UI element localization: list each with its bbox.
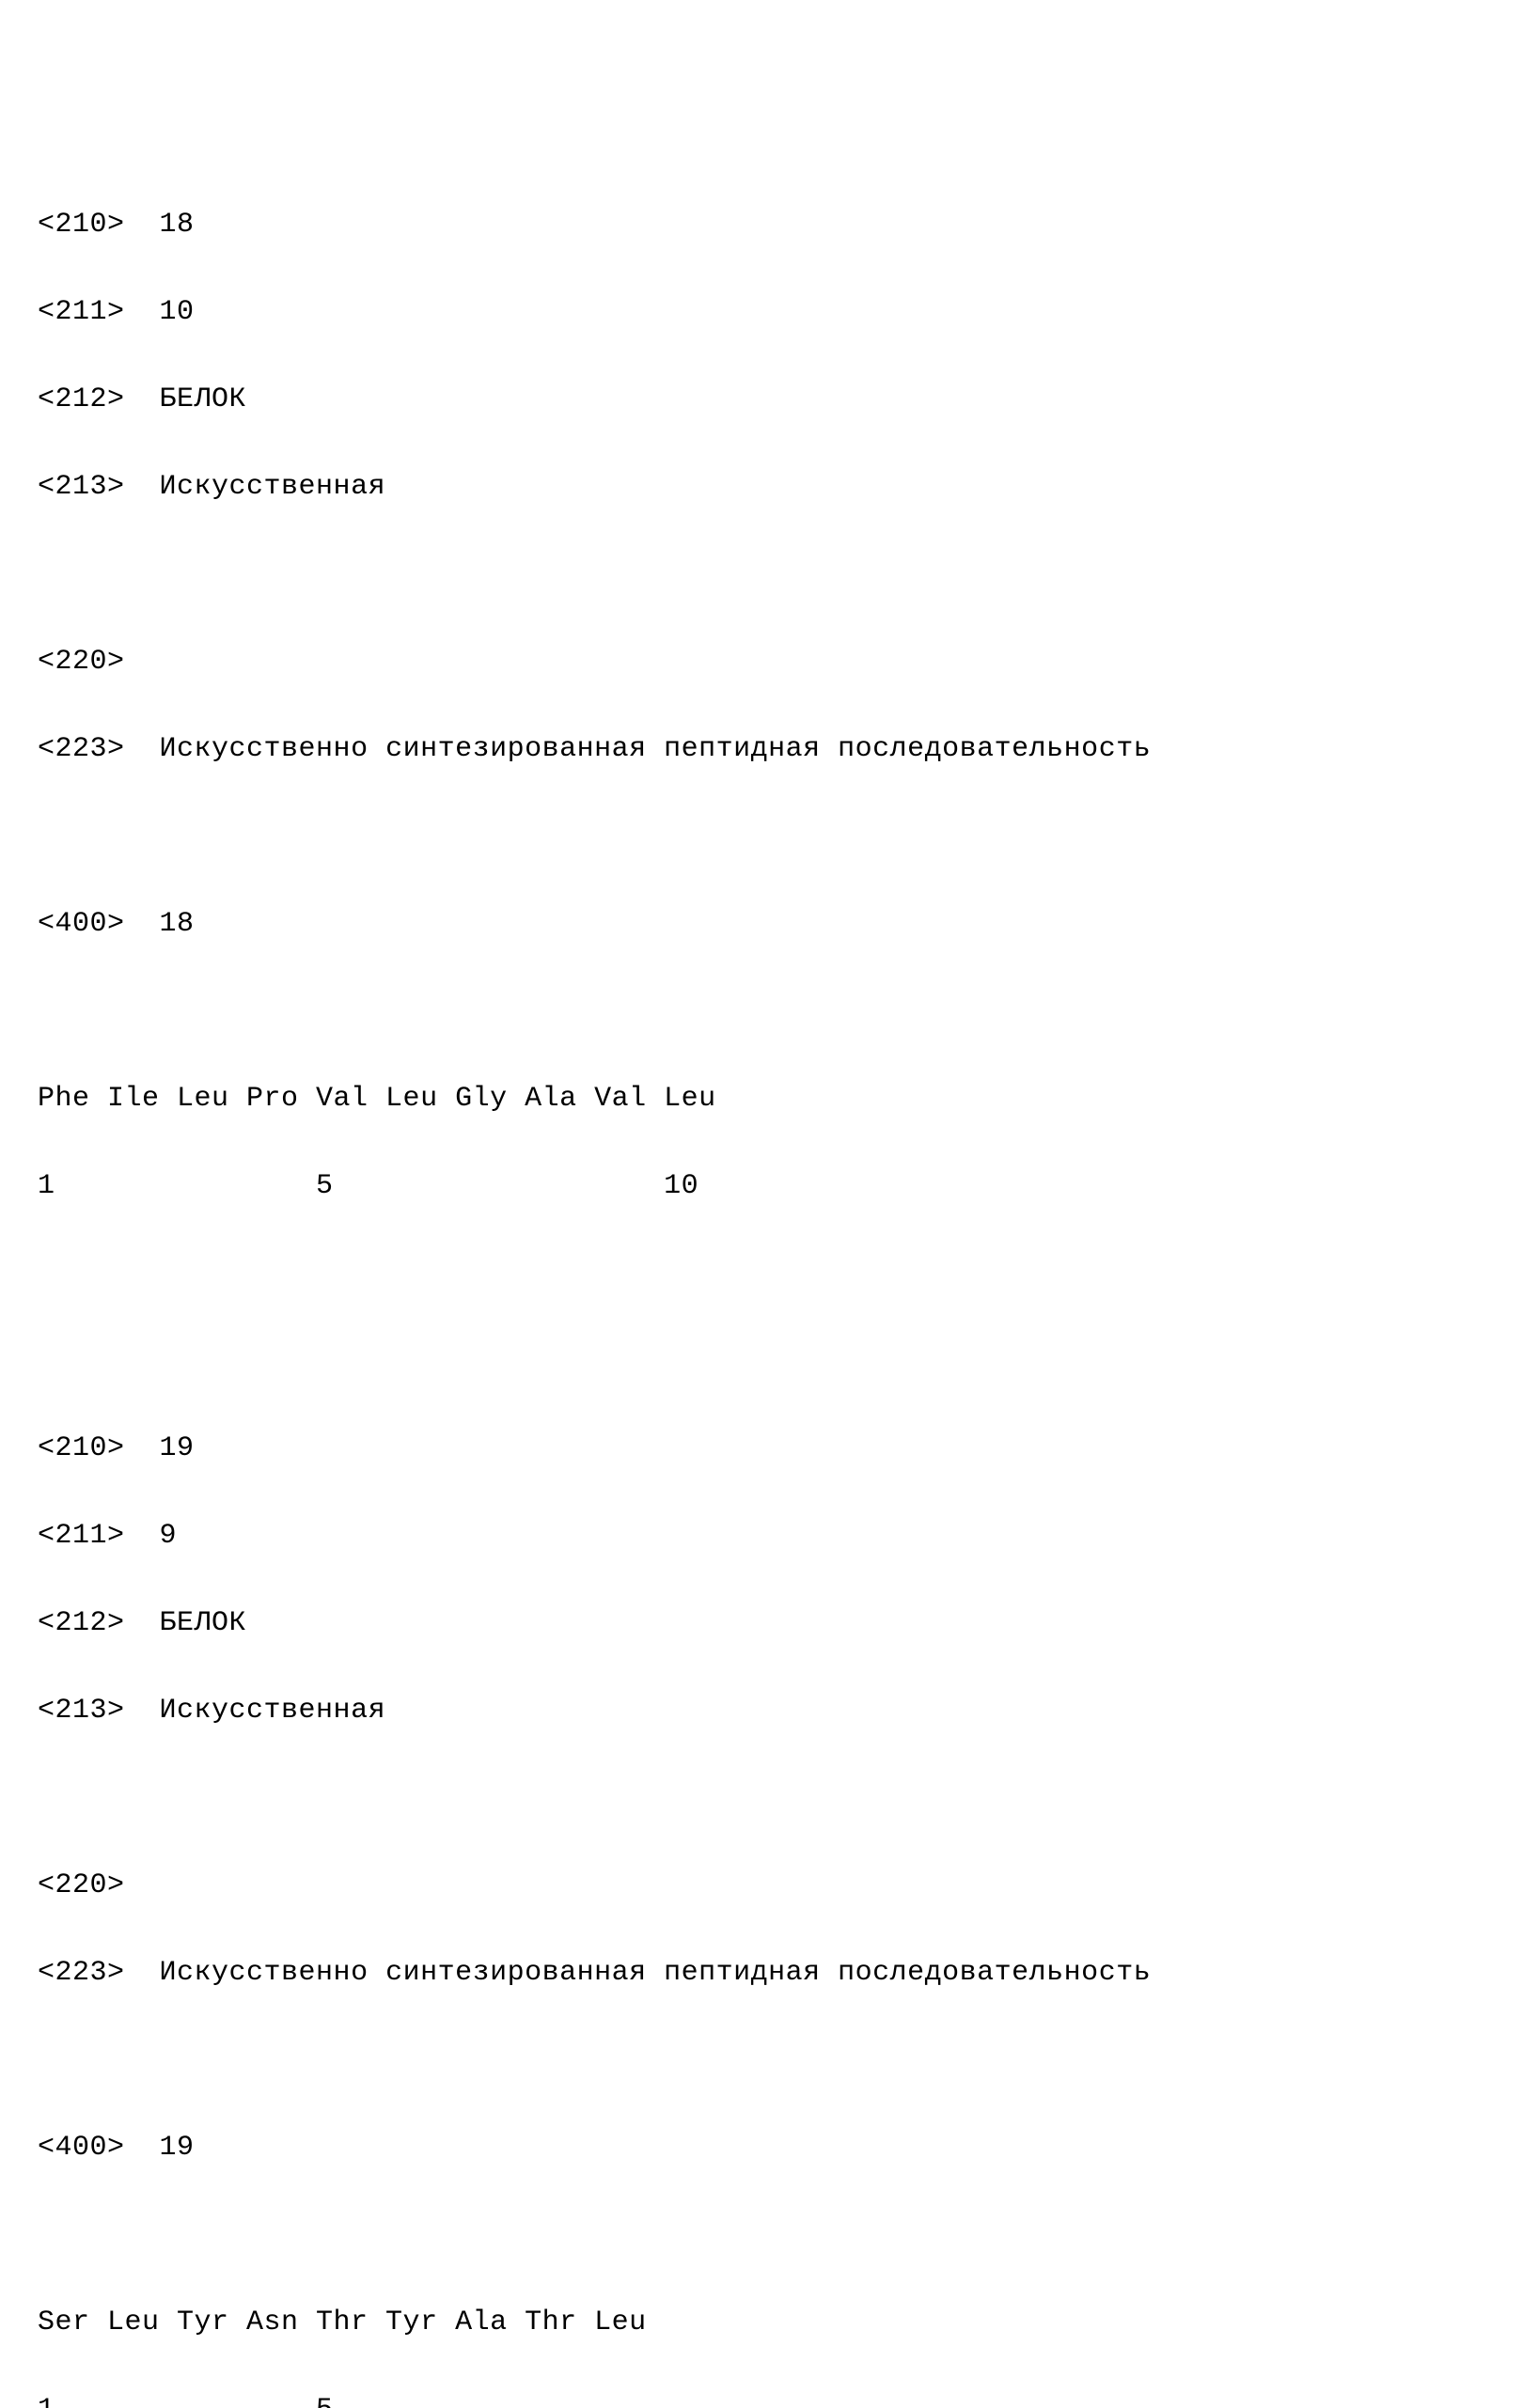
tag-label: <223> bbox=[38, 733, 125, 765]
blank-line bbox=[38, 815, 1500, 859]
tag-value: 18 bbox=[160, 209, 195, 241]
tag-label: <211> bbox=[38, 1520, 125, 1552]
blank-line bbox=[38, 2213, 1500, 2258]
tag-value: Искусственно синтезированная пептидная п… bbox=[160, 1957, 1152, 1989]
tag-400: <400> 19 bbox=[38, 2126, 1500, 2170]
tag-label: <212> bbox=[38, 1607, 125, 1639]
tag-210: <210> 19 bbox=[38, 1427, 1500, 1471]
blank-line bbox=[38, 1252, 1500, 1296]
tag-value: Искусственно синтезированная пептидная п… bbox=[160, 733, 1152, 765]
tag-value: Искусственная bbox=[160, 1695, 386, 1727]
tag-label: <211> bbox=[38, 296, 125, 328]
tag-label: <400> bbox=[38, 2132, 125, 2164]
tag-213: <213> Искусственная bbox=[38, 465, 1500, 509]
tag-value: БЕЛОК bbox=[160, 383, 247, 415]
tag-212: <212> БЕЛОК bbox=[38, 378, 1500, 422]
sequence-residues: Ser Leu Tyr Asn Thr Tyr Ala Thr Leu bbox=[38, 2301, 1500, 2345]
tag-label: <210> bbox=[38, 1432, 125, 1464]
tag-label: <212> bbox=[38, 383, 125, 415]
tag-210: <210> 18 bbox=[38, 203, 1500, 247]
tag-value: 18 bbox=[160, 908, 195, 940]
tag-label: <210> bbox=[38, 209, 125, 241]
tag-value: 9 bbox=[160, 1520, 178, 1552]
tag-value: 10 bbox=[160, 296, 195, 328]
tag-212: <212> БЕЛОК bbox=[38, 1602, 1500, 1646]
tag-223: <223> Искусственно синтезированная пепти… bbox=[38, 1951, 1500, 1995]
tag-label: <223> bbox=[38, 1957, 125, 1989]
tag-value: Искусственная bbox=[160, 471, 386, 503]
blank-line bbox=[38, 990, 1500, 1034]
blank-line bbox=[38, 553, 1500, 597]
sequence-residues: Phe Ile Leu Pro Val Leu Gly Ala Val Leu bbox=[38, 1077, 1500, 1121]
tag-label: <213> bbox=[38, 471, 125, 503]
blank-line bbox=[38, 2039, 1500, 2083]
tag-value: БЕЛОК bbox=[160, 1607, 247, 1639]
sequence-positions: 1 5 10 bbox=[38, 1165, 1500, 1209]
sequence-positions: 1 5 bbox=[38, 2388, 1500, 2408]
tag-220: <220> bbox=[38, 1864, 1500, 1908]
tag-value: 19 bbox=[160, 2132, 195, 2164]
tag-211: <211> 10 bbox=[38, 290, 1500, 335]
tag-value: 19 bbox=[160, 1432, 195, 1464]
blank-line bbox=[38, 1339, 1500, 1384]
tag-400: <400> 18 bbox=[38, 902, 1500, 946]
tag-211: <211> 9 bbox=[38, 1514, 1500, 1558]
tag-220: <220> bbox=[38, 640, 1500, 684]
tag-223: <223> Искусственно синтезированная пепти… bbox=[38, 727, 1500, 772]
tag-213: <213> Искусственная bbox=[38, 1689, 1500, 1733]
tag-label: <400> bbox=[38, 908, 125, 940]
tag-label: <213> bbox=[38, 1695, 125, 1727]
blank-line bbox=[38, 1776, 1500, 1821]
tag-label: <220> bbox=[38, 1869, 125, 1901]
tag-label: <220> bbox=[38, 646, 125, 678]
